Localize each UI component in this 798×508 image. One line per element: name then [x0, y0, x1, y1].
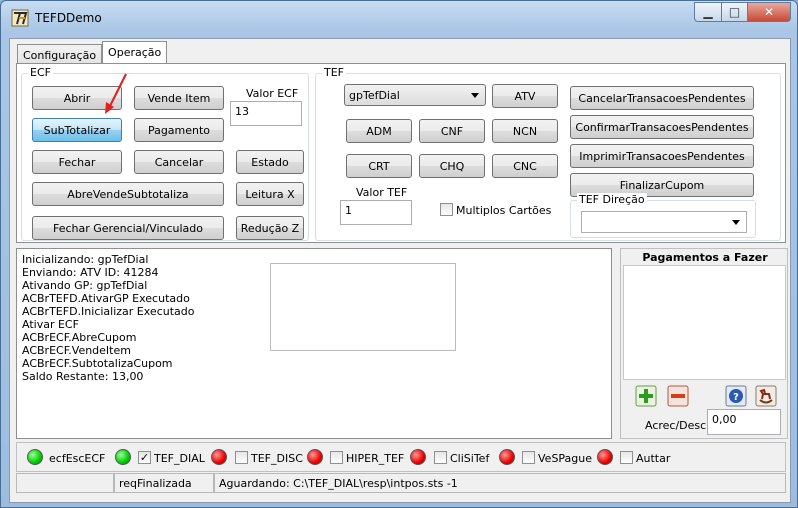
tef-direcao-select[interactable] [581, 211, 747, 233]
crt-button[interactable]: CRT [346, 154, 412, 178]
adm-button[interactable]: ADM [346, 119, 412, 143]
tef-direcao-label: TEF Direção [577, 193, 647, 206]
tef-status-row: ecfEscECF ✓ TEF_DIAL TEF_DISC HIPER_TEF … [16, 442, 786, 472]
chq-button[interactable]: CHQ [419, 154, 485, 178]
fechar-button[interactable]: Fechar [32, 150, 122, 174]
log-line: Ativando GP: gpTefDial [22, 279, 148, 292]
status-cell-request: reqFinalizada [114, 473, 214, 493]
tef-dial-led [115, 449, 131, 465]
pagamento-button[interactable]: Pagamento [134, 118, 224, 142]
tef-dial-checkbox[interactable]: ✓ [138, 451, 151, 464]
tab-configuracao[interactable]: Configuração [17, 44, 103, 63]
subtotalizar-button[interactable]: SubTotalizar [32, 118, 122, 142]
atv-button[interactable]: ATV [492, 84, 558, 108]
acrec-desc-label: Acrec/Desc [645, 419, 707, 432]
confirmar-pendentes-button[interactable]: ConfirmarTransacoesPendentes [570, 115, 754, 139]
tef-dial-label: TEF_DIAL [154, 452, 205, 465]
acrec-desc-input[interactable]: 0,00 [707, 409, 781, 435]
app-logo-icon [11, 9, 29, 27]
multiplos-cartoes-checkbox[interactable] [440, 203, 453, 216]
ecf-group: ECF Abrir Vende Item SubTotalizar Pagame… [21, 66, 309, 241]
status-bar: reqFinalizada Aguardando: C:\TEF_DIAL\re… [16, 473, 786, 495]
payments-panel: Pagamentos a Fazer ? Acrec/Desc 0,00 [620, 248, 788, 439]
log-line: ACBrECF.VendeItem [22, 344, 131, 357]
valor-tef-label: Valor TEF [356, 186, 408, 199]
ncn-button[interactable]: NCN [492, 119, 558, 143]
vespague-checkbox[interactable] [522, 451, 535, 464]
auttar-label: Auttar [636, 452, 671, 465]
tef-group-label: TEF [322, 66, 346, 79]
clisitef-label: CliSiTef [450, 452, 490, 465]
multiplos-cartoes-label: Multiplos Cartões [456, 204, 552, 217]
imprimir-pendentes-button[interactable]: ImprimirTransacoesPendentes [570, 144, 754, 168]
reducao-z-button[interactable]: Redução Z [236, 216, 304, 240]
ecf-group-label: ECF [28, 66, 53, 79]
tef-disc-label: TEF_DISC [251, 452, 303, 465]
ecf-status-led [27, 449, 43, 465]
abre-vende-subtotaliza-button[interactable]: AbreVendeSubtotaliza [32, 182, 224, 206]
valor-ecf-label: Valor ECF [246, 87, 299, 100]
payments-list[interactable] [623, 265, 786, 380]
window-controls: ▁ □ ✕ [694, 2, 791, 22]
app-window: TEFDDemo ▁ □ ✕ Configuração Operação ECF… [0, 0, 798, 508]
cnf-button[interactable]: CNF [419, 119, 485, 143]
log-line: ACBrTEFD.AtivarGP Executado [22, 292, 190, 305]
svg-text:?: ? [733, 392, 739, 403]
fechar-gerencial-button[interactable]: Fechar Gerencial/Vinculado [32, 216, 224, 240]
auttar-checkbox[interactable] [620, 451, 633, 464]
log-lines: Inicializando: gpTefDial Enviando: ATV ID… [22, 253, 194, 383]
window-title: TEFDDemo [35, 11, 102, 25]
cnc-button[interactable]: CNC [492, 154, 558, 178]
status-cell-empty [16, 473, 114, 493]
help-icon[interactable]: ? [725, 385, 747, 407]
log-line: Enviando: ATV ID: 41284 [22, 266, 159, 279]
payments-title: Pagamentos a Fazer [642, 251, 768, 264]
vespague-led [499, 449, 515, 465]
hiper-tef-label: HIPER_TEF [346, 452, 405, 465]
tef-direcao-group: TEF Direção [570, 193, 756, 238]
minimize-button[interactable]: ▁ [694, 2, 721, 22]
log-line: Ativar ECF [22, 318, 79, 331]
leitura-x-button[interactable]: Leitura X [236, 182, 304, 206]
operacao-panel: ECF Abrir Vende Item SubTotalizar Pagame… [16, 63, 786, 243]
add-icon[interactable] [635, 385, 657, 407]
clisitef-checkbox[interactable] [434, 451, 447, 464]
log-image-box [270, 263, 456, 351]
tab-strip: Configuração Operação [17, 41, 168, 63]
annotation-arrow-icon [105, 73, 127, 114]
log-line: Saldo Restante: 13,00 [22, 370, 144, 383]
vende-item-button[interactable]: Vende Item [134, 86, 224, 110]
chevron-down-icon [471, 93, 479, 98]
valor-tef-input[interactable]: 1 [340, 200, 412, 225]
vespague-label: VeSPague [538, 452, 593, 465]
auttar-led [597, 449, 613, 465]
log-line: ACBrECF.SubtotalizaCupom [22, 357, 173, 370]
hiper-tef-checkbox[interactable] [330, 451, 343, 464]
estado-button[interactable]: Estado [236, 150, 304, 174]
log-line: ACBrECF.AbreCupom [22, 331, 137, 344]
status-cell-waiting: Aguardando: C:\TEF_DIAL\resp\intpos.sts … [214, 473, 786, 493]
tef-disc-led [211, 449, 227, 465]
gp-select-value: gpTefDial [349, 88, 400, 102]
tef-group: TEF gpTefDial ATV CancelarTransacoesPend… [315, 66, 781, 241]
tab-operacao[interactable]: Operação [102, 41, 168, 63]
log-memo[interactable]: Inicializando: gpTefDial Enviando: ATV ID… [16, 248, 612, 439]
hiper-tef-led [307, 449, 323, 465]
gp-select[interactable]: gpTefDial [344, 84, 486, 106]
maximize-button[interactable]: □ [721, 2, 747, 22]
log-line: Inicializando: gpTefDial [22, 253, 149, 266]
rocking-horse-icon[interactable] [755, 385, 777, 407]
valor-ecf-input[interactable]: 13 [230, 101, 302, 126]
client-area: Configuração Operação ECF Abrir Vende It… [9, 38, 791, 503]
title-bar[interactable]: TEFDDemo ▁ □ ✕ [1, 1, 797, 35]
tef-disc-checkbox[interactable] [235, 451, 248, 464]
ecf-status-label: ecfEscECF [49, 452, 106, 465]
cancelar-pendentes-button[interactable]: CancelarTransacoesPendentes [570, 86, 754, 110]
chevron-down-icon [732, 220, 740, 225]
clisitef-led [410, 449, 426, 465]
close-button[interactable]: ✕ [747, 2, 791, 22]
log-line: ACBrTEFD.Inicializar Executado [22, 305, 195, 318]
cancelar-button[interactable]: Cancelar [134, 150, 224, 174]
remove-icon[interactable] [667, 385, 689, 407]
